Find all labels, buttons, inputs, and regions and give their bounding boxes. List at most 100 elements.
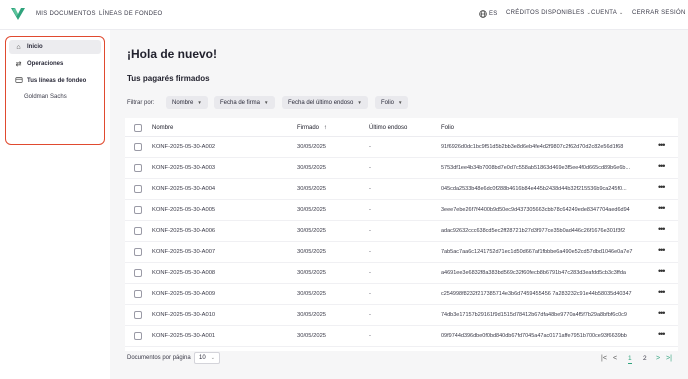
cell-nombre: KONF-2025-05-30-A006 <box>152 228 216 234</box>
column-header-nombre[interactable]: Nombre <box>152 125 173 131</box>
previous-page-icon[interactable]: < <box>613 355 617 362</box>
cell-firmado: 30/05/2025 <box>297 165 327 171</box>
row-checkbox[interactable] <box>134 332 142 340</box>
column-header-ultimo-endoso[interactable]: Último endoso <box>369 125 407 131</box>
cell-ultimo-endoso: - <box>369 291 371 297</box>
row-actions-menu-icon[interactable]: ••• <box>658 266 666 276</box>
filter-folio[interactable]: Folio ▼ <box>375 96 409 109</box>
cell-firmado: 30/05/2025 <box>297 291 327 297</box>
language-selector[interactable]: ES <box>479 10 498 18</box>
row-actions-menu-icon[interactable]: ••• <box>658 287 666 297</box>
last-page-icon[interactable]: >| <box>666 355 672 362</box>
sidebar-item-lineas-de-fondeo[interactable]: Tus líneas de fondeo <box>9 74 101 88</box>
nav-lineas-de-fondeo[interactable]: LÍNEAS DE FONDEO <box>99 11 162 17</box>
filter-nombre[interactable]: Nombre ▼ <box>166 96 208 109</box>
cell-nombre: KONF-2025-05-30-A007 <box>152 249 216 255</box>
table-row[interactable]: KONF-2025-05-30-A009 30/05/2025 - c254998f8… <box>125 284 678 305</box>
cell-folio: 09f9744d396dbe0f0bd840db67fd7045a47ac017… <box>441 333 627 339</box>
sidebar-subitem-goldman-sachs[interactable]: Goldman Sachs <box>24 94 67 100</box>
cell-folio: 3eee7ebe26f7f4400b9d50ec9d437305663cbb78… <box>441 207 630 213</box>
cell-folio: 5753df1ee4b34b7008bd7e0d7c558ab51863d469… <box>441 165 631 171</box>
cell-firmado: 30/05/2025 <box>297 207 327 213</box>
next-page-icon[interactable]: > <box>656 355 660 362</box>
credits-label: CRÉDITOS DISPONIBLES <box>506 10 585 16</box>
table-row[interactable]: KONF-2025-05-30-A006 30/05/2025 - adac92632… <box>125 221 678 242</box>
row-actions-menu-icon[interactable]: ••• <box>658 182 666 192</box>
table-row[interactable]: KONF-2025-05-30-A008 30/05/2025 - a4691ee3e… <box>125 263 678 284</box>
row-checkbox[interactable] <box>134 206 142 214</box>
cell-ultimo-endoso: - <box>369 270 371 276</box>
table-row[interactable]: KONF-2025-05-30-A007 30/05/2025 - 7ab5ac7aa… <box>125 242 678 263</box>
row-checkbox[interactable] <box>134 248 142 256</box>
row-actions-menu-icon[interactable]: ••• <box>658 161 666 171</box>
table-row[interactable]: KONF-2025-05-30-A001 30/05/2025 - 09f9744d3… <box>125 326 678 347</box>
row-actions-menu-icon[interactable]: ••• <box>658 224 666 234</box>
page-number-1[interactable]: 1 <box>628 355 632 364</box>
sidebar: ⌂ Inicio ⇄ Operaciones Tus líneas de fon… <box>0 30 110 379</box>
row-checkbox[interactable] <box>134 227 142 235</box>
row-actions-menu-icon[interactable]: ••• <box>658 308 666 318</box>
cell-nombre: KONF-2025-05-30-A001 <box>152 333 216 339</box>
column-header-firmado[interactable]: Firmado ↑ <box>297 125 327 131</box>
cell-firmado: 30/05/2025 <box>297 228 327 234</box>
table-row[interactable]: KONF-2025-05-30-A005 30/05/2025 - 3eee7ebe2… <box>125 200 678 221</box>
column-header-folio[interactable]: Folio <box>441 125 454 131</box>
row-checkbox[interactable] <box>134 290 142 298</box>
row-checkbox[interactable] <box>134 164 142 172</box>
nav-mis-documentos[interactable]: MIS DOCUMENTOS <box>36 11 96 17</box>
table-row[interactable]: KONF-2025-05-30-A004 30/05/2025 - 045cda253… <box>125 179 678 200</box>
chevron-down-icon: ▼ <box>197 100 202 105</box>
row-actions-menu-icon[interactable]: ••• <box>658 245 666 255</box>
main-content: ¡Hola de nuevo! Tus pagarés firmados Fil… <box>110 30 688 379</box>
table-row[interactable]: KONF-2025-05-30-A010 30/05/2025 - 74db3e171… <box>125 305 678 326</box>
filter-fecha-ultimo-endoso[interactable]: Fecha del último endoso ▼ <box>282 96 368 109</box>
cell-ultimo-endoso: - <box>369 312 371 318</box>
cell-ultimo-endoso: - <box>369 186 371 192</box>
cell-ultimo-endoso: - <box>369 144 371 150</box>
sidebar-item-inicio[interactable]: ⌂ Inicio <box>9 40 101 54</box>
cell-ultimo-endoso: - <box>369 165 371 171</box>
filter-fecha-de-firma[interactable]: Fecha de firma ▼ <box>214 96 275 109</box>
row-actions-menu-icon[interactable]: ••• <box>658 203 666 213</box>
cell-folio: 74db3e17157b29161f9d1515d78412b67dfa48be… <box>441 312 627 318</box>
sidebar-item-operaciones[interactable]: ⇄ Operaciones <box>9 57 101 71</box>
cell-nombre: KONF-2025-05-30-A005 <box>152 207 216 213</box>
brand-logo-icon[interactable] <box>10 6 26 22</box>
filter-label-text: Fecha del último endoso <box>288 99 354 106</box>
sidebar-item-label: Inicio <box>27 44 43 50</box>
chevron-down-icon: ▼ <box>398 100 403 105</box>
row-checkbox[interactable] <box>134 185 142 193</box>
globe-icon <box>479 10 487 18</box>
sort-ascending-icon: ↑ <box>323 125 327 131</box>
cell-folio: a4691ee3e6832f8a383bd569c32f60fecb8b6791… <box>441 270 626 276</box>
table-row[interactable]: KONF-2025-05-30-A003 30/05/2025 - 5753df1ee… <box>125 158 678 179</box>
table-row[interactable]: KONF-2025-05-30-A002 30/05/2025 - 91f6926d0… <box>125 137 678 158</box>
row-checkbox[interactable] <box>134 143 142 151</box>
cell-folio: adac92632ccc638cd5ec2ff28721b27d3f977ce3… <box>441 228 626 234</box>
account-dropdown[interactable]: CUENTA ⌄ <box>591 10 624 16</box>
sidebar-highlight-box: ⌂ Inicio ⇄ Operaciones Tus líneas de fon… <box>5 36 105 145</box>
page-title: ¡Hola de nuevo! <box>127 47 218 61</box>
logout-link[interactable]: CERRAR SESIÓN <box>632 10 686 16</box>
page-number-2[interactable]: 2 <box>643 355 647 362</box>
row-actions-menu-icon[interactable]: ••• <box>658 329 666 339</box>
cell-firmado: 30/05/2025 <box>297 249 327 255</box>
chevron-down-icon: ⌄ <box>619 10 624 16</box>
cell-nombre: KONF-2025-05-30-A008 <box>152 270 216 276</box>
first-page-icon[interactable]: |< <box>601 355 607 362</box>
row-actions-menu-icon[interactable]: ••• <box>658 140 666 150</box>
select-all-checkbox[interactable] <box>134 124 142 132</box>
row-checkbox[interactable] <box>134 311 142 319</box>
credits-dropdown[interactable]: CRÉDITOS DISPONIBLES ⌄ <box>506 10 591 16</box>
filter-label: Filtrar por: <box>127 100 155 106</box>
language-label: ES <box>489 11 498 17</box>
swap-icon: ⇄ <box>15 61 22 68</box>
cell-ultimo-endoso: - <box>369 249 371 255</box>
cell-firmado: 30/05/2025 <box>297 144 327 150</box>
page-size-select[interactable]: 10 ⌄ <box>194 352 220 364</box>
cell-firmado: 30/05/2025 <box>297 186 327 192</box>
filter-label-text: Folio <box>381 99 395 106</box>
filter-label-text: Nombre <box>172 99 194 106</box>
row-checkbox[interactable] <box>134 269 142 277</box>
page-size-value: 10 <box>199 355 206 361</box>
